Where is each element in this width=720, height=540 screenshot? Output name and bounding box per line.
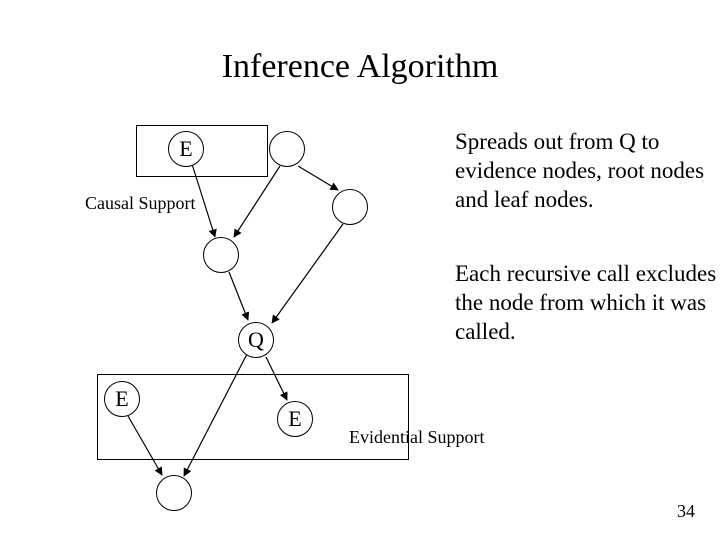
node-Q: Q (238, 322, 274, 358)
label-evidential-support: Evidential Support (349, 427, 484, 448)
node-E-left: E (104, 381, 140, 417)
page-title: Inference Algorithm (0, 48, 720, 86)
node-root-2 (269, 131, 305, 167)
label-causal-support: Causal Support (85, 193, 196, 214)
paragraph-recursive: Each recursive call excludes the node fr… (455, 260, 720, 346)
node-E-top: E (168, 131, 204, 167)
node-mid-right (332, 189, 368, 225)
paragraph-spread: Spreads out from Q to evidence nodes, ro… (455, 128, 720, 214)
slide: Inference Algorithm Spreads out from Q t… (0, 0, 720, 540)
node-mid-left (203, 237, 239, 273)
node-E-right: E (277, 401, 313, 437)
page-number: 34 (677, 501, 695, 522)
node-leaf-bottom (156, 475, 192, 511)
